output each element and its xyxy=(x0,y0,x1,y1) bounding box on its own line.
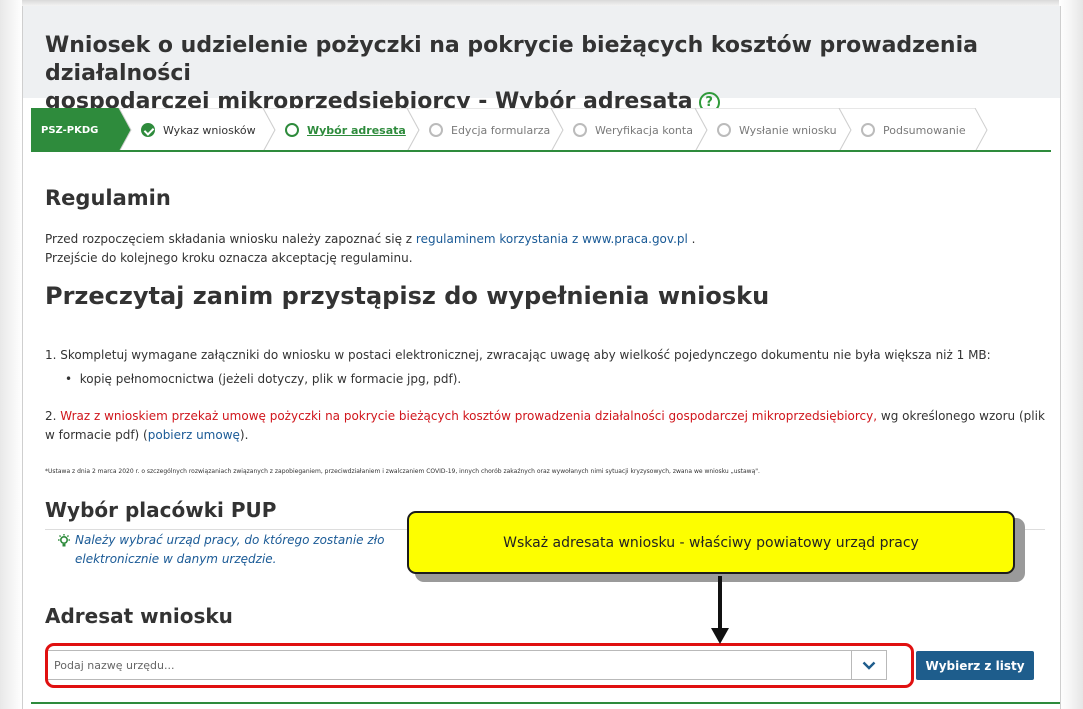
item2-red-text: Wraz z wnioskiem przekaż umowę pożyczki … xyxy=(60,409,878,423)
progress-stepper: PSZ-PKDG Wykaz wniosków Wybór adresata E… xyxy=(31,108,1051,152)
instruction-item-1: 1. Skompletuj wymagane załączniki do wni… xyxy=(45,348,991,362)
window-left-edge xyxy=(0,0,22,709)
callout-arrow-shaft xyxy=(718,576,722,634)
step-label: Podsumowanie xyxy=(883,123,966,137)
callout-text: Wskaż adresata wniosku - właściwy powiat… xyxy=(503,534,919,551)
pup-info-line-2: elektronicznie w danym urzędzie. xyxy=(75,552,277,566)
check-circle-icon xyxy=(141,123,155,137)
download-contract-link[interactable]: pobierz umowę xyxy=(148,428,240,442)
item2-prefix: 2. xyxy=(45,409,61,423)
callout-note: Wskaż adresata wniosku - właściwy powiat… xyxy=(407,511,1015,574)
instruction-item-2-line-1: 2. Wraz z wnioskiem przekaż umowę pożycz… xyxy=(45,409,1045,423)
item2-suffix: wg określonego wzoru (plik xyxy=(877,409,1045,423)
item2-line2-suffix: ). xyxy=(239,428,249,442)
step-label: Weryfikacja konta xyxy=(595,123,693,137)
pup-heading: Wybór placówki PUP xyxy=(45,498,277,522)
step-label: Edycja formularza xyxy=(451,123,551,137)
pup-info-line-1: Należy wybrać urząd pracy, do którego zo… xyxy=(75,533,385,547)
circle-icon xyxy=(573,123,587,137)
instructions-heading: Przeczytaj zanim przystąpisz do wypełnie… xyxy=(45,282,770,310)
page-title: Wniosek o udzielenie pożyczki na pokryci… xyxy=(45,32,1005,116)
step-weryfikacja-konta[interactable]: Weryfikacja konta xyxy=(557,108,693,152)
step-wyslanie-wniosku[interactable]: Wysłanie wniosku xyxy=(701,108,837,152)
regulamin-line-1: Przed rozpoczęciem składania wniosku nal… xyxy=(45,232,695,246)
arrow-down-icon xyxy=(711,628,729,644)
step-podsumowanie[interactable]: Podsumowanie xyxy=(845,108,966,152)
regulamin-text: Przed rozpoczęciem składania wniosku nal… xyxy=(45,232,416,246)
step-label: Wykaz wniosków xyxy=(163,123,256,137)
regulamin-line-2: Przejście do kolejnego kroku oznacza akc… xyxy=(45,251,413,265)
step-edycja-formularza[interactable]: Edycja formularza xyxy=(413,108,550,152)
instruction-item-1-bullet: • kopię pełnomocnictwa (jeżeli dotyczy, … xyxy=(65,372,462,386)
window-right-edge xyxy=(1059,0,1083,709)
step-wybor-adresata[interactable]: Wybór adresata xyxy=(269,108,406,152)
stepper-brand[interactable]: PSZ-PKDG xyxy=(41,108,121,152)
step-wykaz-wnioskow[interactable]: Wykaz wniosków xyxy=(125,108,256,152)
page-title-line-1: Wniosek o udzielenie pożyczki na pokryci… xyxy=(45,33,978,86)
circle-icon xyxy=(717,123,731,137)
circle-icon xyxy=(285,123,299,137)
pick-from-list-button[interactable]: Wybierz z listy xyxy=(916,651,1034,680)
step-label: Wybór adresata xyxy=(307,123,406,137)
page-container: Wniosek o udzielenie pożyczki na pokryci… xyxy=(22,6,1061,709)
bullet-text: kopię pełnomocnictwa (jeżeli dotyczy, pl… xyxy=(79,372,462,386)
step-label: Wysłanie wniosku xyxy=(739,123,837,137)
circle-icon xyxy=(861,123,875,137)
regulamin-heading: Regulamin xyxy=(45,186,171,210)
law-footnote: *Ustawa z dnia 2 marca 2020 r. o szczegó… xyxy=(45,468,760,475)
bottom-green-rule xyxy=(31,702,1060,704)
highlight-frame xyxy=(45,643,914,688)
stepper-brand-label: PSZ-PKDG xyxy=(41,124,99,136)
lightbulb-icon xyxy=(58,534,70,547)
instruction-item-2-line-2: w formacie pdf) (pobierz umowę). xyxy=(45,428,248,442)
item2-line2-prefix: w formacie pdf) ( xyxy=(45,428,148,442)
regulamin-link[interactable]: regulaminem korzystania z www.praca.gov.… xyxy=(416,232,688,246)
regulamin-text-suffix: . xyxy=(687,232,696,246)
circle-icon xyxy=(429,123,443,137)
adresat-heading: Adresat wniosku xyxy=(45,604,233,628)
